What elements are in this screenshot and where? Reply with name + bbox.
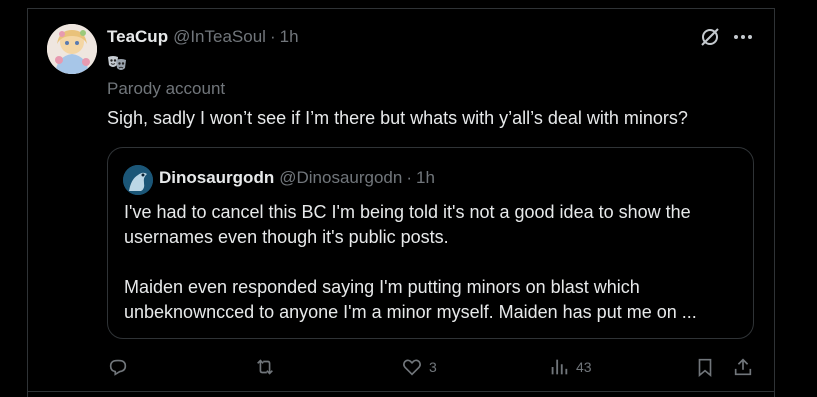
reply-button[interactable] — [107, 354, 135, 380]
quoted-post[interactable]: Dinosaurgodn @Dinosaurgodn · 1h I've had… — [107, 147, 754, 339]
quoted-text-line: I've had to cancel this BC I'm being tol… — [124, 202, 691, 222]
quoted-handle: @Dinosaurgodn — [279, 168, 403, 187]
post-timestamp[interactable]: 1h — [280, 27, 299, 47]
more-icon[interactable] — [731, 25, 755, 49]
avatar[interactable] — [47, 24, 97, 74]
quoted-display-name: Dinosaurgodn — [159, 168, 275, 187]
views-button[interactable]: 43 — [548, 354, 592, 380]
parody-label: Parody account — [107, 79, 226, 98]
quoted-text-line: usernames even though it's public posts. — [124, 227, 449, 247]
user-handle[interactable]: @InTeaSoul — [173, 27, 266, 47]
views-icon — [551, 359, 568, 375]
quoted-avatar[interactable] — [123, 165, 153, 195]
quoted-text: I've had to cancel this BC I'm being tol… — [124, 200, 744, 325]
post-header: TeaCup @InTeaSoul · 1h — [107, 26, 299, 48]
divider — [27, 391, 775, 392]
repost-button[interactable] — [254, 354, 282, 380]
grok-icon[interactable] — [698, 25, 722, 49]
display-name[interactable]: TeaCup — [107, 27, 168, 47]
quoted-header: Dinosaurgodn @Dinosaurgodn · 1h — [159, 168, 435, 188]
action-bar: 3 43 — [0, 352, 817, 382]
quoted-timestamp: 1h — [416, 168, 435, 187]
heart-icon — [403, 359, 421, 376]
quoted-text-line: unbeknowncced to anyone I'm a minor myse… — [124, 302, 697, 322]
separator-dot: · — [269, 27, 276, 46]
reply-icon — [109, 359, 127, 376]
like-count: 3 — [429, 359, 437, 375]
performing-arts-icon — [107, 55, 127, 73]
quoted-text-line: Maiden even responded saying I'm putting… — [124, 277, 640, 297]
share-icon — [734, 358, 752, 376]
views-count: 43 — [576, 359, 592, 375]
bookmark-icon — [698, 358, 712, 378]
repost-icon — [257, 359, 273, 375]
bookmark-button[interactable] — [694, 354, 716, 380]
separator-dot: · — [406, 168, 412, 187]
share-button[interactable] — [732, 354, 754, 380]
post-text: Sigh, sadly I won’t see if I’m there but… — [107, 108, 688, 128]
like-button[interactable]: 3 — [401, 354, 437, 380]
